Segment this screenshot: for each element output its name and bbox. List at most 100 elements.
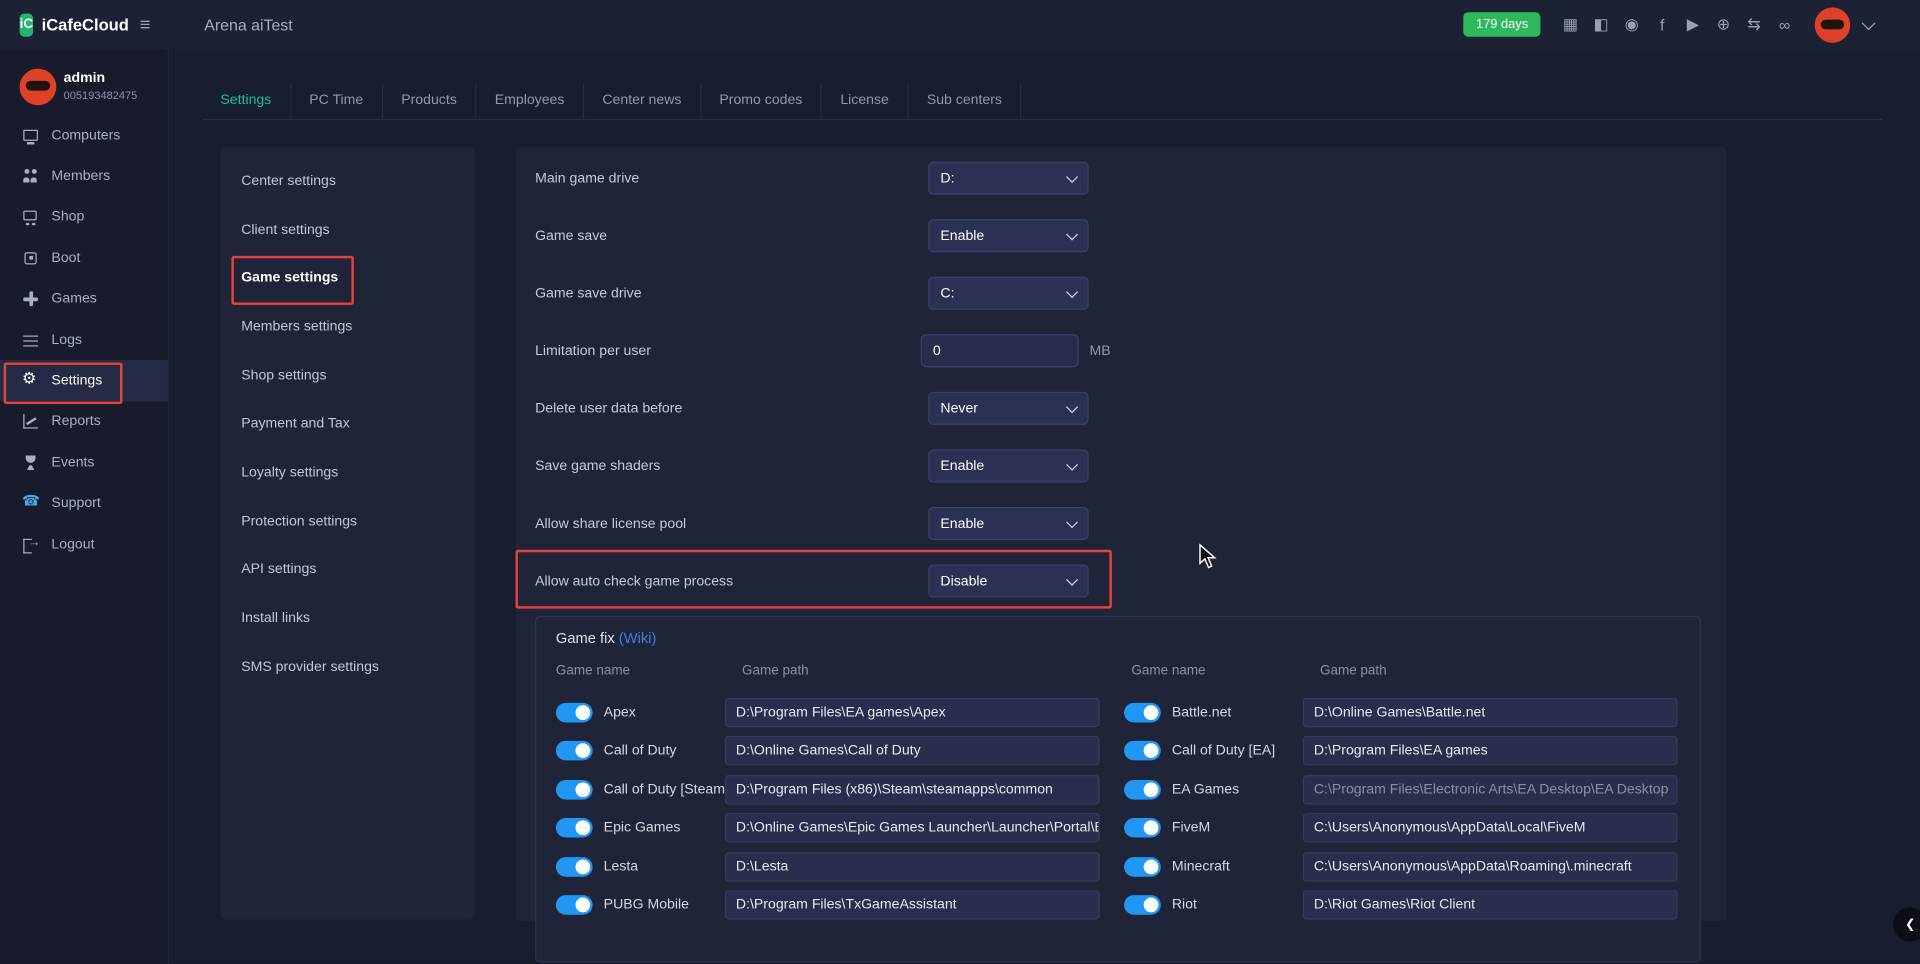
column-header: Game name <box>1124 664 1303 679</box>
form-row: Allow auto check game process Disable <box>516 552 1111 610</box>
settings-nav-item[interactable]: Payment and Tax <box>220 400 475 449</box>
game-path-input[interactable]: C:\Program Files\Electronic Arts\EA Desk… <box>1303 775 1678 804</box>
field-control[interactable]: Enable <box>928 449 1088 482</box>
discord-icon[interactable]: ◉ <box>1622 15 1640 35</box>
chevron-down-icon <box>1066 573 1078 585</box>
tab[interactable]: PC Time <box>291 83 383 119</box>
form-row: Delete user data before Never <box>516 380 1111 438</box>
game-name: Battle.net <box>1172 705 1303 720</box>
sidebar-item[interactable]: Logout <box>0 524 168 565</box>
game-toggle[interactable] <box>1124 857 1161 877</box>
game-path-input[interactable]: C:\Users\Anonymous\AppData\Roaming\.mine… <box>1303 852 1678 881</box>
settings-nav-item[interactable]: Protection settings <box>220 497 475 546</box>
settings-nav-item[interactable]: Center settings <box>220 157 475 206</box>
settings-nav-panel: Center settings Client settings Game set… <box>220 147 475 920</box>
game-path-input[interactable]: D:\Program Files (x86)\Steam\steamapps\c… <box>725 775 1100 804</box>
wiki-link[interactable]: (Wiki) <box>619 629 657 646</box>
sidebar-item-label: Logout <box>51 537 94 552</box>
sidebar-item[interactable]: Support <box>0 483 168 524</box>
game-name: Epic Games <box>604 821 725 836</box>
field-control[interactable]: 0 <box>921 334 1079 367</box>
license-days-badge[interactable]: 179 days <box>1464 12 1541 36</box>
field-control[interactable]: C: <box>928 277 1088 310</box>
translate-icon[interactable]: ⇆ <box>1745 15 1763 35</box>
game-path-input[interactable]: D:\Lesta <box>725 852 1100 881</box>
game-path-input[interactable]: D:\Program Files\TxGameAssistant <box>725 891 1100 920</box>
game-toggle[interactable] <box>556 857 593 877</box>
game-toggle[interactable] <box>556 703 593 723</box>
sidebar-item[interactable]: Games <box>0 279 168 320</box>
column-header: Game path <box>1303 664 1678 679</box>
game-toggle[interactable] <box>1124 818 1161 838</box>
settings-nav-item[interactable]: Client settings <box>220 205 475 254</box>
chevron-down-icon[interactable] <box>1862 16 1876 30</box>
tab[interactable]: License <box>822 83 908 119</box>
field-control[interactable]: Disable <box>928 564 1088 597</box>
settings-nav-item[interactable]: Install links <box>220 594 475 643</box>
field-control[interactable]: Enable <box>928 219 1088 252</box>
settings-nav-item[interactable]: Shop settings <box>220 351 475 400</box>
game-path-input[interactable]: D:\Riot Games\Riot Client <box>1303 891 1678 920</box>
sidebar-menu: Computers Members Shop Boot <box>0 115 168 565</box>
tabs-bar: Settings PC Time Products Employees Cent… <box>202 83 1882 120</box>
game-path-input[interactable]: C:\Users\Anonymous\AppData\Local\FiveM <box>1303 813 1678 842</box>
game-toggle[interactable] <box>1124 895 1161 915</box>
game-path-input[interactable]: D:\Online Games\Call of Duty <box>725 736 1100 765</box>
user-avatar[interactable] <box>1815 7 1851 43</box>
game-toggle[interactable] <box>556 741 593 761</box>
meta-icon[interactable]: ∞ <box>1776 15 1794 33</box>
analytics-icon[interactable]: ▦ <box>1561 15 1579 35</box>
facebook-icon[interactable]: f <box>1653 15 1671 33</box>
settings-nav-item[interactable]: API settings <box>220 546 475 595</box>
sidebar-item[interactable]: Members <box>0 156 168 197</box>
game-toggle[interactable] <box>1124 780 1161 800</box>
game-path-input[interactable]: D:\Online Games\Epic Games Launcher\Laun… <box>725 813 1100 842</box>
twitch-icon[interactable]: ◧ <box>1592 15 1610 35</box>
settings-nav-item[interactable]: Loyalty settings <box>220 448 475 497</box>
game-name: EA Games <box>1172 782 1303 797</box>
tab[interactable]: Sub centers <box>908 83 1021 119</box>
settings-nav-item[interactable]: Game settings <box>220 254 475 303</box>
field-value: 0 <box>933 343 1066 358</box>
menu-toggle-icon[interactable]: ≡ <box>140 14 151 35</box>
sidebar-item[interactable]: Shop <box>0 197 168 238</box>
sidebar-avatar[interactable] <box>20 69 57 106</box>
settings-nav-item[interactable]: SMS provider settings <box>220 643 475 692</box>
game-path-input[interactable]: D:\Program Files\EA games\Apex <box>725 698 1100 727</box>
settings-nav-item[interactable]: Members settings <box>220 303 475 352</box>
users-icon <box>22 168 39 185</box>
game-path-input[interactable]: D:\Program Files\EA games <box>1303 736 1678 765</box>
game-name: FiveM <box>1172 821 1303 836</box>
game-fix-title: Game fix (Wiki) <box>556 629 656 646</box>
sidebar-item[interactable]: Settings <box>0 360 168 401</box>
field-control[interactable]: Enable <box>928 507 1088 540</box>
field-control[interactable]: D: <box>928 162 1088 195</box>
tab[interactable]: Center news <box>584 83 701 119</box>
tab[interactable]: Employees <box>476 83 584 119</box>
game-toggle[interactable] <box>556 780 593 800</box>
game-toggle[interactable] <box>1124 703 1161 723</box>
game-path-input[interactable]: D:\Online Games\Battle.net <box>1303 698 1678 727</box>
game-fix-row: Apex D:\Program Files\EA games\Apex Batt… <box>536 693 1699 732</box>
game-fix-rows: Apex D:\Program Files\EA games\Apex Batt… <box>536 693 1699 924</box>
game-fix-headers: Game name Game path Game name Game path <box>536 664 1699 679</box>
tab[interactable]: Promo codes <box>701 83 822 119</box>
field-control[interactable]: Never <box>928 392 1088 425</box>
collapse-panel-button[interactable]: ❮ <box>1893 907 1920 941</box>
sidebar-item[interactable]: Reports <box>0 401 168 442</box>
monitor-icon <box>22 127 39 144</box>
youtube-icon[interactable]: ▶ <box>1684 15 1702 35</box>
sidebar-item[interactable]: Events <box>0 442 168 483</box>
brand-logo[interactable]: iC iCafeCloud <box>0 13 125 36</box>
tab[interactable]: Settings <box>202 83 291 119</box>
globe-icon[interactable]: ⊕ <box>1714 15 1732 35</box>
form-row: Game save Enable <box>516 207 1111 265</box>
app-root: iC iCafeCloud ≡ Arena aiTest 179 days ▦ … <box>0 0 1920 964</box>
game-toggle[interactable] <box>556 818 593 838</box>
sidebar-item[interactable]: Boot <box>0 238 168 279</box>
tab[interactable]: Products <box>383 83 477 119</box>
sidebar-item[interactable]: Computers <box>0 115 168 156</box>
sidebar-item[interactable]: Logs <box>0 320 168 361</box>
game-toggle[interactable] <box>1124 741 1161 761</box>
game-toggle[interactable] <box>556 895 593 915</box>
